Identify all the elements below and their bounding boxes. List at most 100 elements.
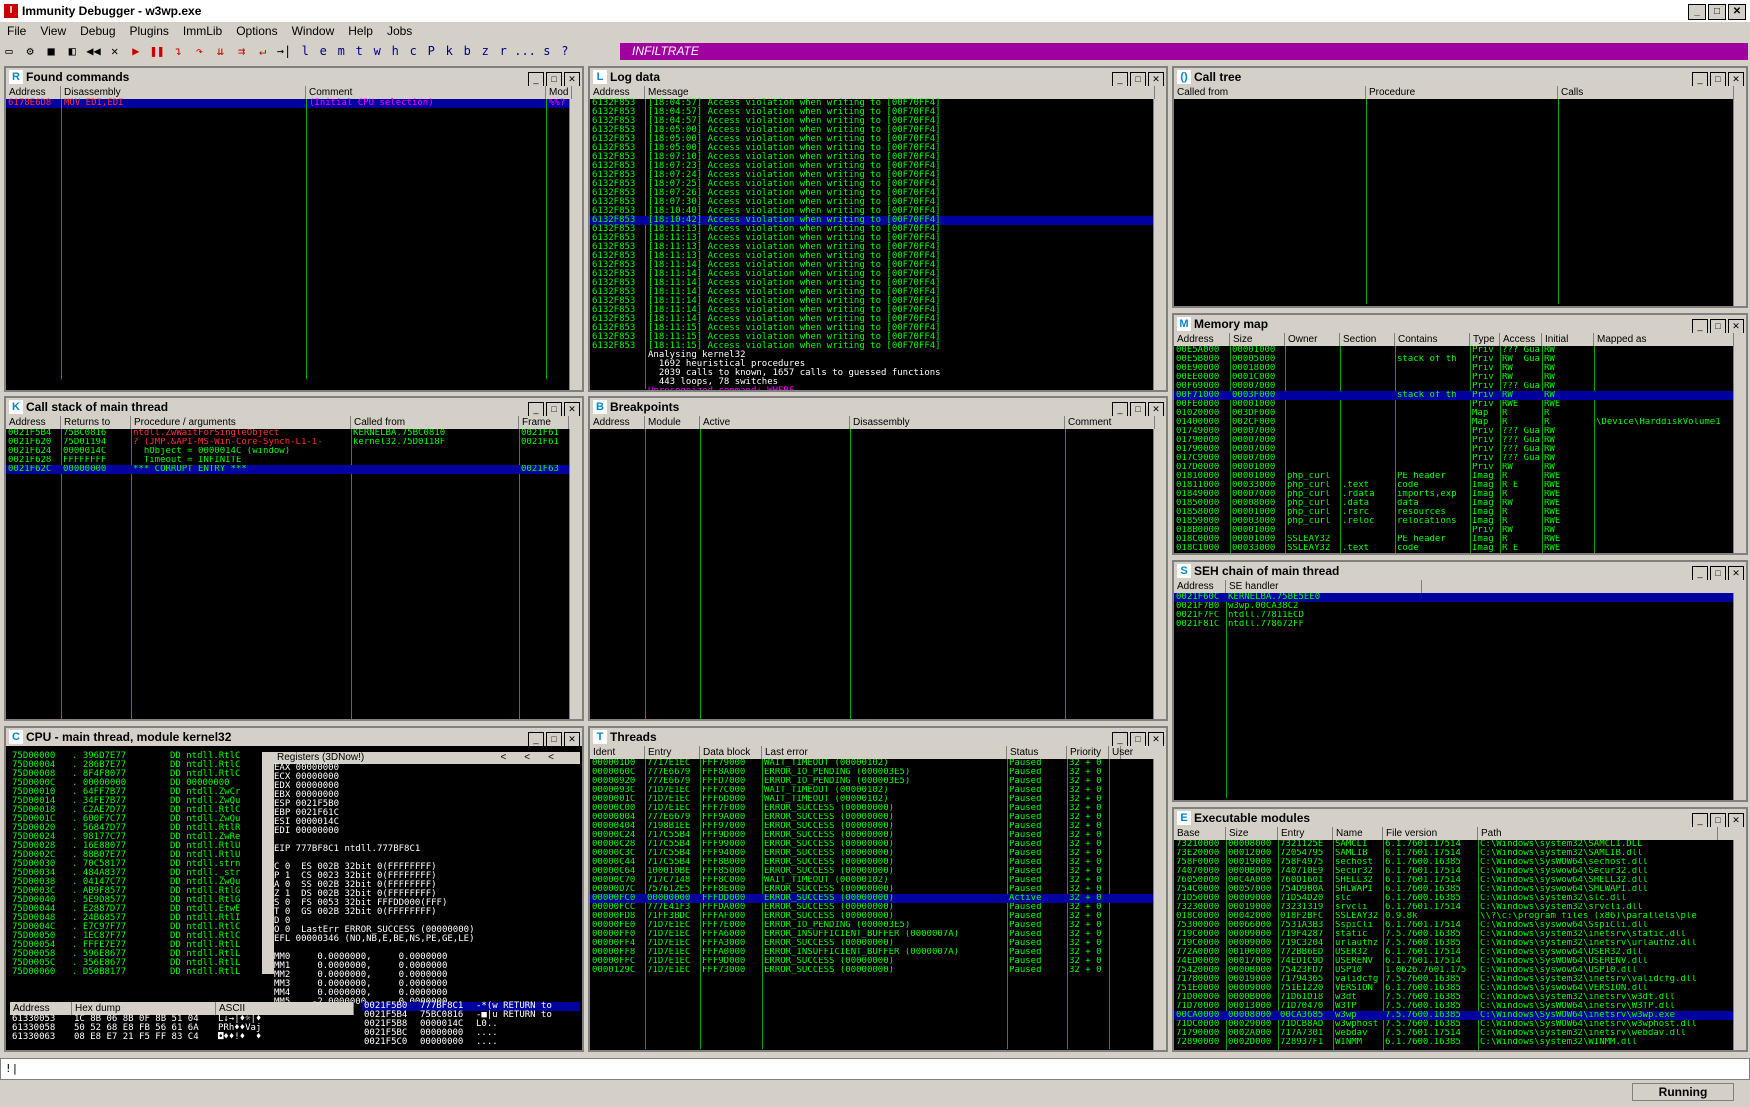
column-header[interactable]: Procedure (1366, 86, 1558, 99)
menu-window[interactable]: Window (285, 22, 342, 40)
minimize-button[interactable]: _ (528, 402, 544, 417)
table-row[interactable]: 00000C24 717C55B4 FFF9D000 ERROR_SUCCESS (0… (590, 831, 1166, 840)
column-header[interactable]: File version (1383, 827, 1478, 840)
command-input[interactable]: !| (0, 1058, 1750, 1080)
table-row[interactable]: 00000FF8 71D7E1EC FFFA0000 ERROR_INSUFFICIE… (590, 948, 1166, 957)
open-icon[interactable]: ▭ (0, 42, 18, 60)
step-into-icon[interactable]: ↴ (169, 42, 187, 60)
column-header[interactable]: Called from (351, 416, 519, 429)
kill-icon[interactable]: ✕ (106, 42, 124, 60)
table-row[interactable]: 719C0000 00009000 719C3204 urlauthz 7.5.7600… (1174, 939, 1746, 948)
close-file-icon[interactable]: ■ (42, 42, 60, 60)
minimize-button[interactable]: _ (1692, 813, 1708, 828)
table-row[interactable]: 00000FC0 00000000 FFFDD000 ERROR_SUCCESS (0… (590, 894, 1166, 903)
table-row[interactable]: 01859000 00003000 php_curl .reloc relocation… (1174, 517, 1746, 526)
toolbar-letter-11[interactable]: r (494, 42, 512, 60)
vertical-scrollbar[interactable] (1733, 593, 1746, 800)
toolbar-letter-0[interactable]: l (296, 42, 314, 60)
stack-line[interactable]: 0021F5C0 00000000.... (362, 1038, 580, 1047)
log-list[interactable]: 6132F853 [18:04:57] Access violation when… (590, 99, 1166, 390)
trace-into-icon[interactable]: ⇊ (212, 42, 230, 60)
threads-window[interactable]: T Threads _ □ ✕ Ident Entry Data block Last err… (588, 726, 1168, 1052)
vertical-scrollbar[interactable] (569, 99, 582, 390)
toolbar-letter-1[interactable]: e (314, 42, 332, 60)
table-row[interactable]: 0021F624 0000014C hObject = 0000014C (win… (6, 447, 582, 456)
column-header[interactable]: Section (1340, 333, 1395, 346)
column-header[interactable]: Frame (519, 416, 569, 429)
close-button[interactable]: ✕ (1148, 402, 1164, 417)
seh-chain-window[interactable]: S SEH chain of main thread _ □ ✕ Address SE h… (1172, 560, 1748, 802)
log-data-window[interactable]: L Log data _ □ ✕ Address Message 6132F853 [18:… (588, 66, 1168, 392)
table-row[interactable]: 00000C00 71D7E1EC FFF7F000 ERROR_SUCCESS (0… (590, 804, 1166, 813)
column-header[interactable]: Data block (700, 746, 762, 759)
table-row[interactable]: 0000001C 71D7E1EC FFF6D000 WAIT_TIMEOUT (00… (590, 795, 1166, 804)
table-row[interactable]: 00000FD8 71FF3BDC FFFAF000 ERROR_SUCCESS (0… (590, 912, 1166, 921)
vertical-scrollbar[interactable] (1153, 429, 1166, 719)
found-commands-list[interactable]: 6178E6D8 MOV EDI,EDI (Initial CPU selectio… (6, 99, 582, 379)
menu-immlib[interactable]: ImmLib (176, 22, 229, 40)
table-row[interactable]: 0021F7B0 w3wp.00CA38C2 (1174, 602, 1746, 611)
table-row[interactable]: 76050000 00C4A000 760D1601 SHELL32 6.1.7601.… (1174, 876, 1746, 885)
table-row[interactable]: 75420000 0000B000 75423FD7 USP10 1.0626.7601… (1174, 966, 1746, 975)
column-header[interactable]: Path (1478, 827, 1718, 840)
vertical-scrollbar[interactable] (1153, 99, 1166, 390)
table-row[interactable]: 00000004 777E6679 FFF9A000 ERROR_SUCCESS (0… (590, 813, 1166, 822)
column-header[interactable]: Procedure / arguments (131, 416, 351, 429)
column-header[interactable]: Entry (1278, 827, 1333, 840)
toolbar-letter-7[interactable]: P (422, 42, 440, 60)
close-button[interactable]: ✕ (1728, 4, 1746, 20)
hex-dump-pane[interactable]: 61330053 1C 8B 06 8B 0F 8B 51 04 L↓→|♦☼|♦ 6… (10, 1015, 354, 1048)
register-line[interactable]: T 0 GS 002B 32bit 0(FFFFFFFF) (274, 908, 580, 917)
table-row[interactable]: 01810000 00001000 php_curl PE header Imag R RW… (1174, 472, 1746, 481)
table-row[interactable]: 00000D7C 757612E5 FFF8E000 ERROR_SUCCESS (0… (590, 885, 1166, 894)
table-row[interactable]: 00CA0000 00008000 00CA3685 w3wp 7.5.7600.163… (1174, 1011, 1746, 1020)
maximize-button[interactable]: □ (1130, 72, 1146, 87)
column-header[interactable]: Called from (1174, 86, 1366, 99)
maximize-button[interactable]: □ (546, 402, 562, 417)
column-header[interactable]: Comment (1065, 416, 1155, 429)
menu-view[interactable]: View (33, 22, 73, 40)
table-row[interactable]: 017D0000 00001000 Priv RW RW (1174, 463, 1746, 472)
table-row[interactable]: 00000FE0 71D7E1EC FFF7E000 ERROR_IO_PENDING… (590, 921, 1166, 930)
table-row[interactable]: 71780000 00019000 71794365 validcfg 7.5.7600… (1174, 975, 1746, 984)
table-row[interactable]: 73E20000 00012000 72054795 SAMLIB 6.1.7601.1… (1174, 849, 1746, 858)
table-row[interactable]: 018C0000 00001000 SSLEAY32 PE header Imag R RW… (1174, 535, 1746, 544)
column-header[interactable]: Mapped as (1594, 333, 1734, 346)
table-row[interactable]: 71DC0000 00029000 71DCB8AD w3wphost 7.5.7600… (1174, 1020, 1746, 1029)
maximize-button[interactable]: □ (1710, 566, 1726, 581)
column-header[interactable]: Disassembly (850, 416, 1065, 429)
table-row[interactable]: 74ED0000 00017000 74ED1C9D USERENV 6.1.7601.… (1174, 957, 1746, 966)
toolbar-letter-8[interactable]: k (440, 42, 458, 60)
column-header[interactable]: Type (1470, 333, 1500, 346)
table-row[interactable]: 00000920 777E6679 FFFD7000 ERROR_IO_PENDING… (590, 777, 1166, 786)
table-row[interactable]: 01858000 00001000 php_curl .rsrc resources Im… (1174, 508, 1746, 517)
menu-jobs[interactable]: Jobs (380, 22, 419, 40)
modules-list[interactable]: 73210000 00008000 7321125E SAMCLI 6.1.7601.1… (1174, 840, 1746, 1050)
column-header[interactable]: Initial (1542, 333, 1594, 346)
table-row[interactable]: 00E5B000 00005000 stack of th Priv RW Gua RW (1174, 355, 1746, 364)
toolbar-letter-5[interactable]: h (386, 42, 404, 60)
breakpoints-window[interactable]: B Breakpoints _ □ ✕ Address Module Active Disas… (588, 396, 1168, 721)
column-header[interactable]: Status (1007, 746, 1067, 759)
menu-plugins[interactable]: Plugins (123, 22, 176, 40)
table-row[interactable]: 0021F628 FFFFFFFF Timeout = INFINITE (6, 456, 582, 465)
table-row[interactable]: 01790000 00007000 Priv ??? Gua RW (1174, 445, 1746, 454)
minimize-button[interactable]: _ (528, 732, 544, 747)
minimize-button[interactable]: _ (1692, 566, 1708, 581)
close-button[interactable]: ✕ (564, 72, 580, 87)
table-row[interactable]: 018C0000 00042000 018F2BFC SSLEAY32 0.9.8k \\… (1174, 912, 1746, 921)
table-row[interactable]: 71790000 0002A000 717A7301 webdav 7.5.7601.1… (1174, 1029, 1746, 1038)
execute-till-return-icon[interactable]: ↵ (254, 42, 272, 60)
disasm-line[interactable]: 75D00060 . D50B8177 DD ntdll.RtlL (10, 968, 262, 977)
menu-file[interactable]: File (0, 22, 33, 40)
table-row[interactable]: 719C0000 00009000 719F4287 static 7.5.7600.1… (1174, 930, 1746, 939)
table-row[interactable]: 0021F620 75D01194 ? (JMP.&API-MS-Win-Core-… (6, 438, 582, 447)
stack-pane[interactable]: 0021F5B0 777BF8C1 -*(w RETURN to 0021F5B4 75… (362, 1002, 580, 1048)
table-row[interactable]: 73210000 00008000 7321125E SAMCLI 6.1.7601.1… (1174, 840, 1746, 849)
table-row[interactable]: 0021F7FC ntdll.77811ECD (1174, 611, 1746, 620)
column-header[interactable]: Address (6, 416, 61, 429)
vertical-scrollbar[interactable] (1733, 346, 1746, 553)
minimize-button[interactable]: _ (1688, 4, 1706, 20)
restart-icon[interactable]: ◧ (63, 42, 81, 60)
toolbar-letter-2[interactable]: m (332, 42, 350, 60)
